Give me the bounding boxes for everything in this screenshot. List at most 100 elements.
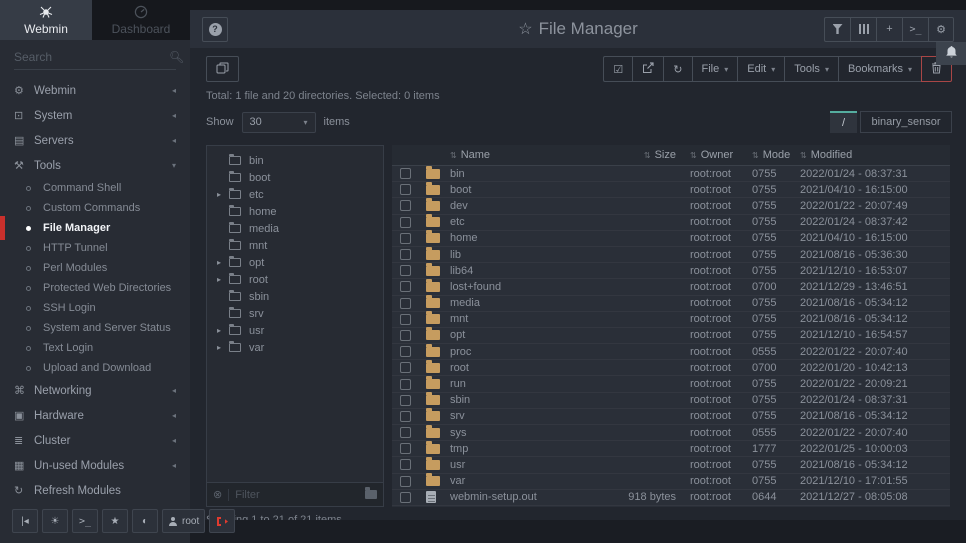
table-row[interactable]: boot root:root 0755 2021/04/10 - 16:15:0… xyxy=(392,182,950,198)
toolbar-menu-button[interactable]: File ▾ xyxy=(692,56,738,82)
sidebar-category[interactable]: ≣ Cluster ◂ xyxy=(0,428,190,453)
tree-filter-input[interactable]: Filter xyxy=(228,489,359,501)
sidebar-category[interactable]: ▣ Hardware ◂ xyxy=(0,403,190,428)
row-checkbox[interactable] xyxy=(400,443,411,454)
logout-button[interactable] xyxy=(209,509,235,533)
row-name[interactable]: bin xyxy=(450,168,594,180)
column-header-size[interactable]: ⇅Size xyxy=(594,149,690,161)
table-row[interactable]: tmp root:root 1777 2022/01/25 - 10:00:03 xyxy=(392,441,950,457)
sidebar-category[interactable]: ↻ Refresh Modules xyxy=(0,478,190,503)
row-checkbox[interactable] xyxy=(400,184,411,195)
row-checkbox[interactable] xyxy=(400,217,411,228)
submenu-item[interactable]: Command Shell xyxy=(0,178,190,198)
table-row[interactable]: root root:root 0700 2022/01/20 - 10:42:1… xyxy=(392,360,950,376)
submenu-item[interactable]: Perl Modules xyxy=(0,258,190,278)
sidebar-category[interactable]: ⌘ Networking ◂ xyxy=(0,378,190,403)
filter-button[interactable] xyxy=(824,17,850,42)
table-row[interactable]: etc root:root 0755 2022/01/24 - 08:37:42 xyxy=(392,215,950,231)
search-input[interactable] xyxy=(14,50,169,64)
tree-item[interactable]: ▸ var xyxy=(207,339,383,356)
expand-caret-icon[interactable]: ▸ xyxy=(217,275,229,284)
row-checkbox[interactable] xyxy=(400,330,411,341)
sidebar-category-tools[interactable]: ⚒ Tools ▾ xyxy=(0,153,190,178)
column-header-name[interactable]: ⇅Name xyxy=(450,149,594,161)
tree-item[interactable]: ▸ opt xyxy=(207,254,383,271)
table-row[interactable]: home root:root 0755 2021/04/10 - 16:15:0… xyxy=(392,231,950,247)
tab-dashboard[interactable]: Dashboard xyxy=(92,0,190,40)
paste-buffer-button[interactable] xyxy=(206,56,239,82)
sidebar-category[interactable]: ▤ Servers ◂ xyxy=(0,128,190,153)
table-row[interactable]: media root:root 0755 2021/08/16 - 05:34:… xyxy=(392,296,950,312)
expand-caret-icon[interactable]: ▸ xyxy=(217,343,229,352)
theme-button[interactable]: ☀ xyxy=(42,509,68,533)
row-name[interactable]: home xyxy=(450,232,594,244)
row-checkbox[interactable] xyxy=(400,314,411,325)
tree-item[interactable]: ▸ boot xyxy=(207,169,383,186)
table-row[interactable]: var root:root 0755 2021/12/10 - 17:01:55 xyxy=(392,474,950,490)
user-button[interactable]: root xyxy=(162,509,205,533)
row-checkbox[interactable] xyxy=(400,281,411,292)
toolbar-menu-button[interactable]: Tools ▾ xyxy=(784,56,838,82)
row-name[interactable]: lib64 xyxy=(450,265,594,277)
row-name[interactable]: run xyxy=(450,378,594,390)
submenu-item[interactable]: System and Server Status xyxy=(0,318,190,338)
path-search-box[interactable]: binary_sensor xyxy=(860,111,952,133)
row-name[interactable]: srv xyxy=(450,410,594,422)
row-name[interactable]: proc xyxy=(450,346,594,358)
row-checkbox[interactable] xyxy=(400,168,411,179)
share-button[interactable] xyxy=(632,56,663,82)
table-row[interactable]: run root:root 0755 2022/01/22 - 20:09:21 xyxy=(392,376,950,392)
folder-filter-icon[interactable] xyxy=(365,490,377,499)
toolbar-menu-button[interactable]: Bookmarks ▾ xyxy=(838,56,921,82)
sidebar-category[interactable]: ⊡ System ◂ xyxy=(0,103,190,128)
sidebar-category[interactable]: ▦ Un-used Modules ◂ xyxy=(0,453,190,478)
row-name[interactable]: mnt xyxy=(450,313,594,325)
row-checkbox[interactable] xyxy=(400,265,411,276)
table-row[interactable]: lib root:root 0755 2021/08/16 - 05:36:30 xyxy=(392,247,950,263)
page-size-select[interactable]: 30 ▾ xyxy=(242,112,316,133)
column-header-mode[interactable]: ⇅Mode xyxy=(752,149,800,161)
column-header-modified[interactable]: ⇅Modified xyxy=(800,149,950,161)
tab-webmin[interactable]: Webmin xyxy=(0,0,92,40)
table-row[interactable]: lib64 root:root 0755 2021/12/10 - 16:53:… xyxy=(392,263,950,279)
row-name[interactable]: media xyxy=(450,297,594,309)
submenu-item[interactable]: Upload and Download xyxy=(0,358,190,378)
row-checkbox[interactable] xyxy=(400,459,411,470)
help-button[interactable]: ? xyxy=(202,17,228,42)
shell-button[interactable]: >_ xyxy=(902,17,928,42)
submenu-item[interactable]: SSH Login xyxy=(0,298,190,318)
row-checkbox[interactable] xyxy=(400,200,411,211)
row-name[interactable]: lost+found xyxy=(450,281,594,293)
submenu-item[interactable]: Protected Web Directories xyxy=(0,278,190,298)
expand-caret-icon[interactable]: ▸ xyxy=(217,326,229,335)
submenu-item[interactable]: HTTP Tunnel xyxy=(0,238,190,258)
favorites-button[interactable]: ★ xyxy=(102,509,128,533)
submenu-item[interactable]: File Manager xyxy=(0,218,190,238)
collapse-sidebar-button[interactable]: |◂ xyxy=(12,509,38,533)
tree-item[interactable]: ▸ mnt xyxy=(207,237,383,254)
row-name[interactable]: sys xyxy=(450,427,594,439)
row-checkbox[interactable] xyxy=(400,395,411,406)
row-checkbox[interactable] xyxy=(400,492,411,503)
table-row[interactable]: dev root:root 0755 2022/01/22 - 20:07:49 xyxy=(392,198,950,214)
table-row[interactable]: lost+found root:root 0700 2021/12/29 - 1… xyxy=(392,279,950,295)
table-row[interactable]: srv root:root 0755 2021/08/16 - 05:34:12 xyxy=(392,409,950,425)
add-button[interactable]: + xyxy=(876,17,902,42)
table-row[interactable]: webmin-setup.out 918 bytes root:root 064… xyxy=(392,490,950,506)
row-checkbox[interactable] xyxy=(400,249,411,260)
tree-item[interactable]: ▸ usr xyxy=(207,322,383,339)
tree-item[interactable]: ▸ home xyxy=(207,203,383,220)
table-row[interactable]: sbin root:root 0755 2022/01/24 - 08:37:3… xyxy=(392,393,950,409)
row-checkbox[interactable] xyxy=(400,346,411,357)
root-path-button[interactable]: / xyxy=(830,111,857,133)
row-name[interactable]: lib xyxy=(450,249,594,261)
row-checkbox[interactable] xyxy=(400,476,411,487)
row-name[interactable]: webmin-setup.out xyxy=(450,491,594,503)
row-name[interactable]: tmp xyxy=(450,443,594,455)
row-name[interactable]: var xyxy=(450,475,594,487)
row-name[interactable]: boot xyxy=(450,184,594,196)
table-row[interactable]: opt root:root 0755 2021/12/10 - 16:54:57 xyxy=(392,328,950,344)
row-name[interactable]: root xyxy=(450,362,594,374)
row-checkbox[interactable] xyxy=(400,379,411,390)
row-checkbox[interactable] xyxy=(400,233,411,244)
